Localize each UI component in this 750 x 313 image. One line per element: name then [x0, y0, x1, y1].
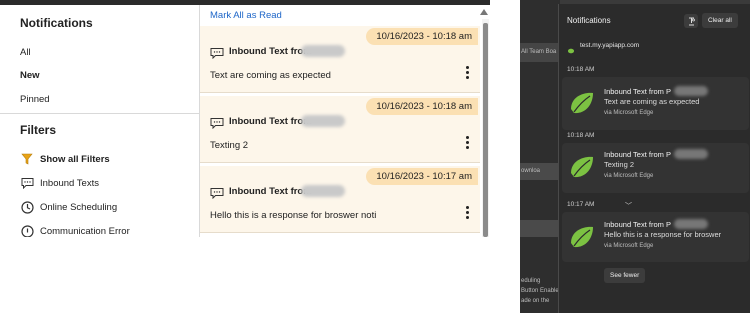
redacted-name: [674, 149, 708, 159]
toast-source: via Microsoft Edge: [604, 243, 653, 249]
notification-title: Inbound Text from: [229, 186, 312, 197]
filter-label: Online Scheduling: [40, 202, 117, 213]
toast-message: Text are coming as expected: [604, 97, 699, 106]
filter-inbound-texts[interactable]: Inbound Texts: [20, 175, 99, 191]
error-icon: [20, 224, 34, 237]
notification-title: Inbound Text from: [229, 116, 312, 127]
leaf-icon: [568, 153, 596, 181]
background-tab: All Team Boa: [520, 43, 560, 62]
chevron-down-icon[interactable]: ﹀: [625, 201, 632, 211]
redacted-name: [301, 115, 345, 127]
notification-center-title: Notifications: [567, 16, 611, 25]
toast-source: via Microsoft Edge: [604, 110, 653, 116]
sidebar-item-new[interactable]: New: [20, 70, 40, 81]
background-text: ade on the: [521, 298, 549, 304]
mark-all-read-link[interactable]: Mark All as Read: [210, 10, 282, 21]
clear-all-button[interactable]: Clear all: [702, 13, 738, 28]
background-chip: [520, 220, 560, 237]
notification-date: 10/16/2023 - 10:18 am: [366, 98, 478, 115]
scroll-up-arrow[interactable]: [480, 9, 488, 15]
notification-card[interactable]: 10/16/2023 - 10:17 am Inbound Text from …: [200, 166, 480, 233]
redacted-name: [301, 185, 345, 197]
leaf-icon: [568, 223, 596, 251]
filter-label: Inbound Texts: [40, 178, 99, 189]
toast-message: Hello this is a response for broswer: [604, 230, 721, 239]
more-options-icon[interactable]: [466, 66, 470, 80]
scrollbar-thumb[interactable]: [483, 23, 488, 237]
windows-desktop: All Team Boa ownloa eduling Button Enabl…: [520, 0, 750, 313]
filter-label: Show all Filters: [40, 154, 110, 165]
message-icon: [210, 116, 224, 128]
notification-center: Notifications Clear all test.my.yapiapp.…: [558, 4, 750, 313]
toast-title: Inbound Text from P: [604, 150, 671, 159]
leaf-icon: [568, 89, 596, 117]
notification-title: Inbound Text from: [229, 46, 312, 57]
clock-icon: [20, 200, 34, 214]
toast-message: Texting 2: [604, 160, 634, 169]
sidebar-item-pinned[interactable]: Pinned: [20, 94, 50, 105]
notification-message: Texting 2: [210, 140, 248, 151]
toast-title: Inbound Text from P: [604, 87, 671, 96]
toast-card[interactable]: Inbound Text from P Texting 2 via Micros…: [562, 143, 749, 193]
background-text: Button Enable: [521, 288, 559, 294]
filter-online-scheduling[interactable]: Online Scheduling: [20, 199, 117, 215]
toast-card[interactable]: Inbound Text from P Hello this is a resp…: [562, 212, 749, 262]
notification-date: 10/16/2023 - 10:18 am: [366, 28, 478, 45]
notification-card[interactable]: 10/16/2023 - 10:18 am Inbound Text from …: [200, 96, 480, 163]
background-chip: ownloa: [520, 163, 560, 180]
notification-message: Text are coming as expected: [210, 70, 331, 81]
filter-icon: [20, 152, 34, 166]
app-notifications-panel: Notifications All New Pinned Filters Sho…: [0, 0, 490, 237]
message-icon: [20, 176, 34, 190]
toast-card[interactable]: Inbound Text from P Text are coming as e…: [562, 77, 749, 130]
message-icon: [210, 186, 224, 198]
background-chip-label: ownloa: [521, 168, 540, 174]
site-icon: [567, 42, 575, 50]
sidebar-item-all[interactable]: All: [20, 47, 31, 58]
filter-show-all[interactable]: Show all Filters: [20, 151, 110, 167]
toast-title: Inbound Text from P: [604, 220, 671, 229]
message-icon: [210, 46, 224, 58]
notification-list: Mark All as Read 10/16/2023 - 10:18 am I…: [200, 5, 490, 237]
redacted-name: [301, 45, 345, 57]
notification-message: Hello this is a response for broswer not…: [210, 210, 376, 221]
notification-date: 10/16/2023 - 10:17 am: [366, 168, 478, 185]
background-tab-label: All Team Boa: [521, 49, 556, 55]
notification-time: 10:17 AM: [567, 201, 594, 208]
more-options-icon[interactable]: [466, 136, 470, 150]
focus-assist-button[interactable]: [684, 14, 698, 28]
redacted-name: [674, 219, 708, 229]
background-text: eduling: [521, 278, 540, 284]
filter-sidebar: Notifications All New Pinned Filters Sho…: [0, 5, 200, 237]
toast-source: via Microsoft Edge: [604, 173, 653, 179]
filters-heading: Filters: [20, 123, 56, 137]
focus-icon: [687, 17, 696, 26]
notification-time: 10:18 AM: [567, 132, 594, 139]
filter-communication-error[interactable]: Communication Error: [20, 223, 130, 237]
notifications-heading: Notifications: [20, 16, 93, 30]
filter-label: Communication Error: [40, 226, 130, 237]
notification-card[interactable]: 10/16/2023 - 10:18 am Inbound Text from …: [200, 26, 480, 93]
see-fewer-button[interactable]: See fewer: [604, 268, 645, 283]
site-name: test.my.yapiapp.com: [580, 42, 639, 49]
notification-time: 10:18 AM: [567, 66, 594, 73]
divider: [0, 113, 199, 114]
redacted-name: [674, 86, 708, 96]
more-options-icon[interactable]: [466, 206, 470, 220]
background-app: All Team Boa ownloa eduling Button Enabl…: [520, 0, 560, 313]
